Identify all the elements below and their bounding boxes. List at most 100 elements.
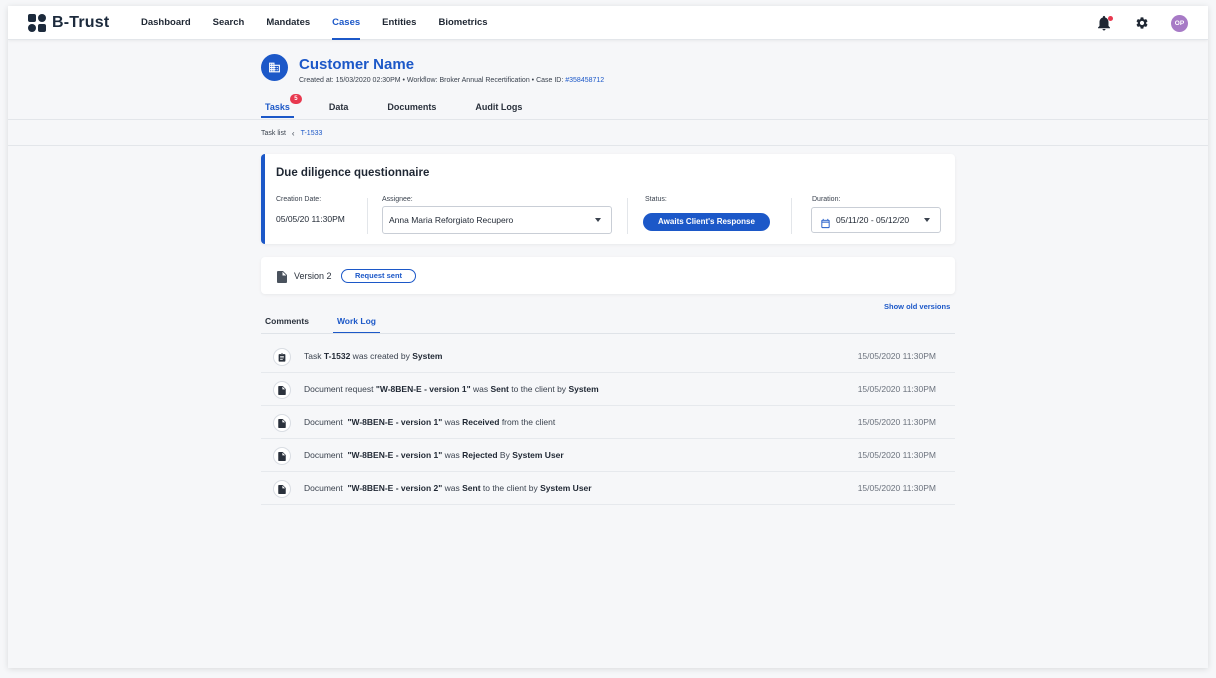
duration-label: Duration: [812,196,841,203]
nav-item-search[interactable]: Search [213,6,245,40]
tasks-count-badge: 5 [289,94,302,104]
tab-documents[interactable]: Documents [383,100,440,118]
tab-tasks[interactable]: Tasks 5 [261,94,302,118]
case-meta: Created at: 15/03/2020 02:30PM • Workflo… [299,77,604,84]
work-log-time: 15/05/2020 11:30PM [857,384,936,394]
work-log-time: 15/05/2020 11:30PM [857,483,936,493]
nav-actions: OP [1095,6,1188,40]
nav-item-mandates[interactable]: Mandates [266,6,310,40]
work-log-row: Document "W-8BEN-E - version 1" was Reje… [261,439,955,472]
case-tabs: Tasks 5 Data Documents Audit Logs [261,94,557,118]
tab-work-log[interactable]: Work Log [332,314,381,334]
work-log-highlight: Sent [490,384,509,394]
work-log-row: Document request "W-8BEN-E - version 1" … [261,373,955,406]
tab-data[interactable]: Data [325,100,353,118]
version-card: Version 2 Request sent [261,257,955,294]
user-avatar[interactable]: OP [1171,14,1188,32]
assignee-select[interactable]: Anna Maria Reforgiato Recupero [382,206,612,234]
nav-item-biometrics[interactable]: Biometrics [438,6,487,40]
work-log-segment: was [442,417,463,427]
page-title: Customer Name [299,56,415,73]
notifications-bell-icon[interactable] [1095,14,1113,32]
case-meta-text: Created at: 15/03/2020 02:30PM • Workflo… [299,77,566,84]
document-icon [273,414,291,432]
assignee-label: Assignee: [382,196,413,203]
case-header: Customer Name Created at: 15/03/2020 02:… [261,54,604,84]
divider [791,198,792,234]
work-log-highlight: System User [540,483,592,493]
tab-comments[interactable]: Comments [261,314,313,334]
work-log-segment: was created by [350,351,413,361]
app-name: B-Trust [52,13,110,31]
creation-date-value: 05/05/20 11:30PM [276,214,345,224]
top-navbar: B-Trust Dashboard Search Mandates Cases … [8,6,1208,40]
work-log-row: Task T-1532 was created by System 15/05/… [261,340,955,373]
work-log-text: Document request "W-8BEN-E - version 1" … [304,384,599,394]
main-nav: Dashboard Search Mandates Cases Entities… [141,6,510,40]
work-log-highlight: Sent [462,483,481,493]
work-log-highlight: System [412,351,443,361]
work-log-text: Task T-1532 was created by System [304,351,442,361]
work-log-segment: Document [304,450,348,460]
work-log-time: 15/05/2020 11:30PM [857,351,936,361]
case-info: Customer Name Created at: 15/03/2020 02:… [299,54,604,84]
creation-date-label: Creation Date: [276,196,322,203]
case-id-link[interactable]: #358458712 [565,77,604,84]
document-icon [277,270,287,288]
logo-icon [28,13,46,32]
work-log-row: Document "W-8BEN-E - version 1" was Rece… [261,406,955,439]
duration-value: 05/11/20 - 05/12/20 [836,215,910,225]
work-log-list: Task T-1532 was created by System 15/05/… [261,340,955,505]
notification-dot [1108,16,1113,21]
settings-gear-icon[interactable] [1135,16,1149,30]
work-log-highlight: "W-8BEN-E - version 1" [347,417,443,427]
nav-item-entities[interactable]: Entities [382,6,416,40]
work-log-segment: to the client by [480,483,541,493]
work-log-segment: Document request [304,384,376,394]
work-log-time: 15/05/2020 11:30PM [857,450,936,460]
divider [8,119,1208,120]
work-log-highlight: "W-8BEN-E - version 1" [347,450,443,460]
status-button[interactable]: Awaits Client's Response [643,213,770,231]
breadcrumb-current[interactable]: T-1533 [301,130,323,137]
work-log-text: Document "W-8BEN-E - version 1" was Reje… [304,450,564,460]
nav-item-dashboard[interactable]: Dashboard [141,6,191,40]
nav-item-cases[interactable]: Cases [332,6,361,40]
task-icon [273,348,291,366]
show-old-versions-link[interactable]: Show old versions [884,302,950,311]
work-log-highlight: System User [512,450,564,460]
app-window: B-Trust Dashboard Search Mandates Cases … [8,6,1208,668]
work-log-segment: was [442,483,463,493]
caret-down-icon [595,218,601,222]
divider [367,198,368,234]
divider [261,333,955,334]
task-title: Due diligence questionnaire [276,167,430,179]
activity-tabs: Comments Work Log [261,314,400,334]
version-label: Version 2 [294,271,332,281]
document-icon [273,447,291,465]
work-log-segment: By [497,450,513,460]
work-log-segment: was [442,450,463,460]
work-log-segment: Task [304,351,324,361]
divider [627,198,628,234]
document-icon [273,480,291,498]
task-card: Due diligence questionnaire Creation Dat… [261,154,955,244]
work-log-segment: Document [304,483,348,493]
work-log-highlight: "W-8BEN-E - version 2" [347,483,443,493]
breadcrumb-task-list[interactable]: Task list [261,130,286,137]
divider [8,145,1208,146]
logo[interactable]: B-Trust [28,13,141,32]
work-log-time: 15/05/2020 11:30PM [857,417,936,427]
work-log-highlight: Received [462,417,500,427]
work-log-segment: Document [304,417,348,427]
work-log-text: Document "W-8BEN-E - version 2" was Sent… [304,483,592,493]
work-log-highlight: Rejected [462,450,498,460]
work-log-highlight: "W-8BEN-E - version 1" [375,384,471,394]
duration-picker[interactable]: 05/11/20 - 05/12/20 [811,207,941,233]
chevron-left-icon: ‹ [291,129,295,138]
work-log-highlight: T-1532 [323,351,351,361]
tab-audit-logs[interactable]: Audit Logs [471,100,526,118]
version-status-badge: Request sent [341,269,416,283]
work-log-segment: to the client by [508,384,569,394]
calendar-icon [820,214,831,238]
